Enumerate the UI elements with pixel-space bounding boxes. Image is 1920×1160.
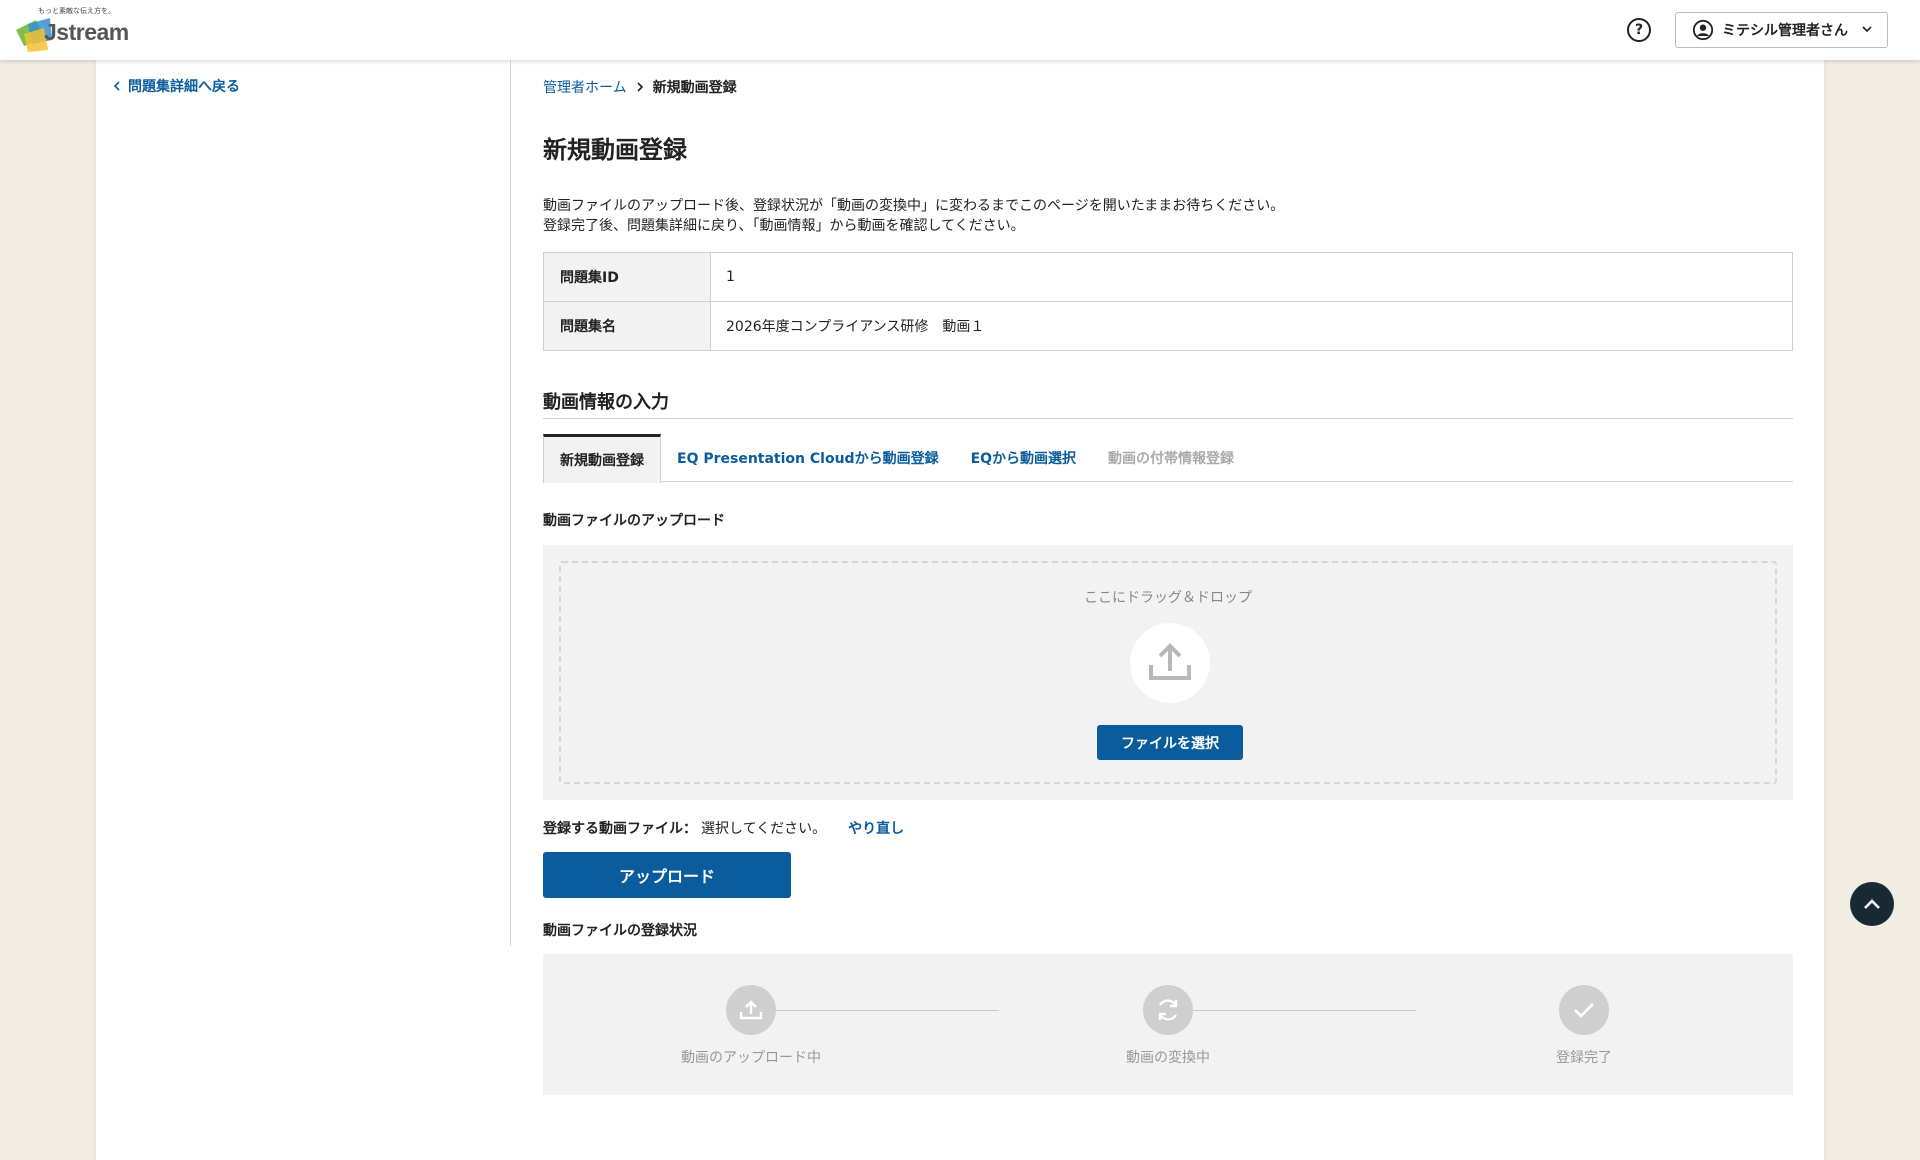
back-link-label: 問題集詳細へ戻る bbox=[128, 79, 240, 95]
chevron-down-icon bbox=[1862, 26, 1872, 33]
collection-info-table: 問題集ID 1 問題集名 2026年度コンプライアンス研修 動画１ bbox=[543, 252, 1793, 351]
table-row: 問題集名 2026年度コンプライアンス研修 動画１ bbox=[543, 301, 1793, 351]
user-name: ミテシル管理者さん bbox=[1722, 23, 1848, 39]
tab-new-video[interactable]: 新規動画登録 bbox=[543, 434, 661, 483]
registration-status-panel: 動画のアップロード中 動画の変換中 登録完了 bbox=[543, 954, 1793, 1095]
breadcrumb: 管理者ホーム 新規動画登録 bbox=[543, 77, 737, 97]
drop-zone[interactable]: ここにドラッグ＆ドロップ ファイルを選択 bbox=[559, 561, 1777, 784]
tab-bar: 新規動画登録 EQ Presentation Cloudから動画登録 EQから動… bbox=[543, 434, 1793, 483]
app-header: もっと素敵な伝え方を。 Jstream ? ミテシル管理者さん bbox=[0, 0, 1920, 60]
back-to-collection-link[interactable]: 問題集詳細へ戻る bbox=[112, 76, 240, 96]
chevron-up-icon bbox=[1864, 899, 1880, 909]
status-step-label: 登録完了 bbox=[1556, 1050, 1612, 1066]
selected-file-label: 登録する動画ファイル： bbox=[543, 821, 697, 837]
jstream-logo[interactable]: もっと素敵な伝え方を。 Jstream bbox=[14, 6, 129, 54]
status-section-label: 動画ファイルの登録状況 bbox=[543, 923, 697, 939]
breadcrumb-current: 新規動画登録 bbox=[652, 80, 737, 96]
redo-link[interactable]: やり直し bbox=[848, 818, 904, 838]
content-container: 問題集詳細へ戻る 管理者ホーム 新規動画登録 新規動画登録 動画ファイルのアップ… bbox=[96, 60, 1824, 1160]
status-step-label: 動画の変換中 bbox=[1126, 1050, 1210, 1066]
upload-button[interactable]: アップロード bbox=[543, 852, 791, 898]
status-step-label: 動画のアップロード中 bbox=[681, 1050, 821, 1066]
collection-name-label: 問題集名 bbox=[543, 301, 711, 351]
section-title: 動画情報の入力 bbox=[543, 388, 1793, 419]
question-circle-icon[interactable]: ? bbox=[1627, 18, 1651, 42]
selected-file-value: 選択してください。 bbox=[701, 821, 827, 837]
page-description: 動画ファイルのアップロード後、登録状況が「動画の変換中」に変わるまでこのページを… bbox=[543, 196, 1284, 236]
selected-file-row: 登録する動画ファイル： 選択してください。 やり直し bbox=[543, 818, 904, 838]
select-file-button[interactable]: ファイルを選択 bbox=[1097, 725, 1243, 760]
collection-name-value: 2026年度コンプライアンス研修 動画１ bbox=[710, 301, 1793, 351]
upload-icon bbox=[1130, 623, 1210, 703]
description-line-2: 登録完了後、問題集詳細に戻り、「動画情報」から動画を確認してください。 bbox=[543, 218, 1025, 234]
table-row: 問題集ID 1 bbox=[543, 252, 1793, 302]
status-step-converting: 動画の変換中 bbox=[1068, 985, 1268, 1067]
logo-text: Jstream bbox=[44, 19, 129, 45]
breadcrumb-home-link[interactable]: 管理者ホーム bbox=[543, 77, 627, 97]
refresh-icon bbox=[1143, 985, 1193, 1035]
user-menu-button[interactable]: ミテシル管理者さん bbox=[1675, 12, 1888, 48]
check-icon bbox=[1559, 985, 1609, 1035]
collection-id-label: 問題集ID bbox=[543, 252, 711, 302]
file-drop-area[interactable]: ここにドラッグ＆ドロップ ファイルを選択 bbox=[543, 545, 1793, 800]
upload-icon bbox=[726, 985, 776, 1035]
logo-tagline: もっと素敵な伝え方を。 bbox=[38, 7, 115, 15]
tab-supplementary-info: 動画の付帯情報登録 bbox=[1108, 451, 1235, 467]
scroll-to-top-button[interactable] bbox=[1850, 882, 1894, 926]
status-step-uploading: 動画のアップロード中 bbox=[651, 985, 851, 1067]
user-avatar-icon bbox=[1692, 19, 1714, 41]
collection-id-value: 1 bbox=[710, 252, 1793, 302]
upload-section-label: 動画ファイルのアップロード bbox=[543, 513, 725, 529]
chevron-right-icon bbox=[637, 82, 643, 92]
tab-eq-select[interactable]: EQから動画選択 bbox=[955, 434, 1092, 482]
status-step-complete: 登録完了 bbox=[1484, 985, 1684, 1067]
sidebar: 問題集詳細へ戻る bbox=[96, 60, 511, 946]
page-title: 新規動画登録 bbox=[543, 136, 687, 164]
chevron-left-icon bbox=[113, 81, 120, 91]
description-line-1: 動画ファイルのアップロード後、登録状況が「動画の変換中」に変わるまでこのページを… bbox=[543, 198, 1285, 214]
drop-text: ここにドラッグ＆ドロップ bbox=[1084, 590, 1252, 606]
tab-eq-presentation-cloud[interactable]: EQ Presentation Cloudから動画登録 bbox=[661, 434, 955, 482]
